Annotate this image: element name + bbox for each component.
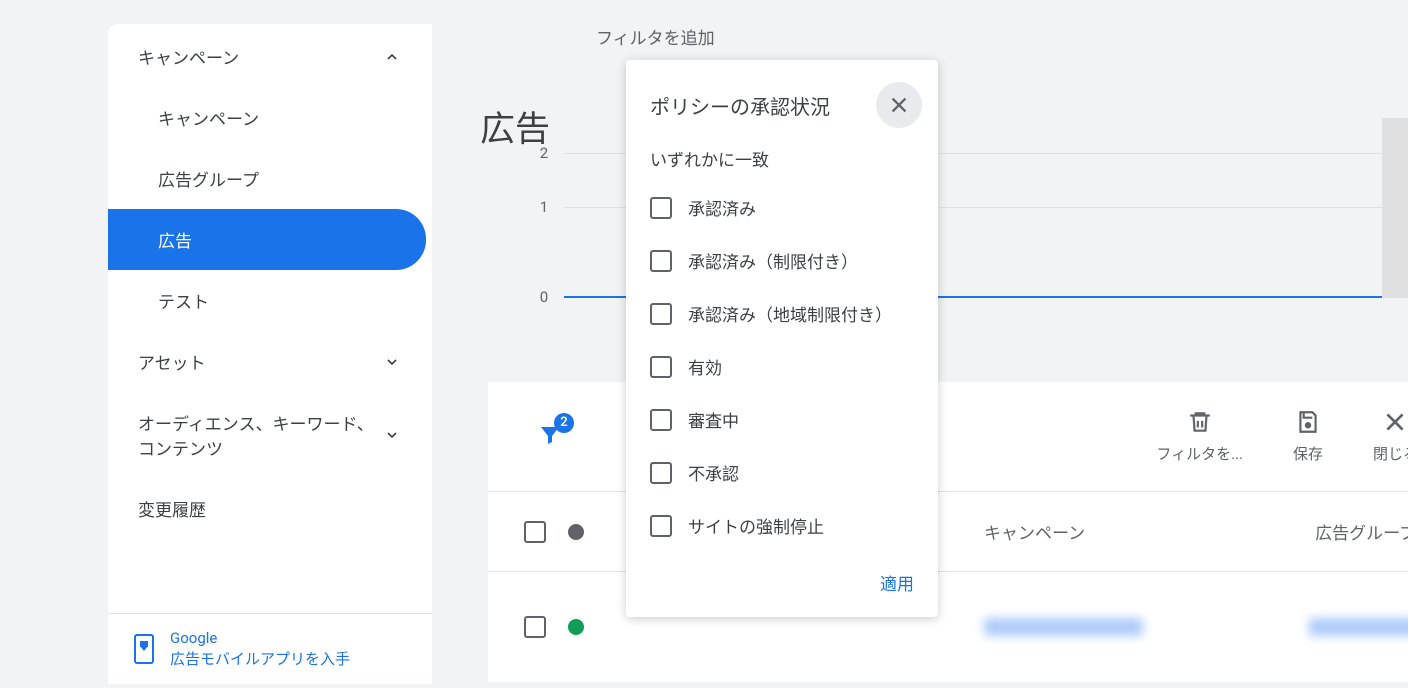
chevron-down-icon bbox=[382, 352, 402, 372]
footer-applink: 広告モバイルアプリを入手 bbox=[170, 649, 350, 670]
axis-tick: 2 bbox=[534, 144, 554, 162]
close-button[interactable] bbox=[876, 82, 922, 128]
sidebar-item-ads[interactable]: 広告 bbox=[108, 209, 426, 270]
chart-bar bbox=[1382, 118, 1408, 298]
axis-tick: 1 bbox=[534, 198, 554, 216]
sidebar: キャンペーン キャンペーン 広告グループ 広告 テスト アセット オーディエンス… bbox=[108, 24, 432, 684]
sidebar-item-label: キャンペーン bbox=[158, 110, 259, 130]
row-checkbox[interactable] bbox=[524, 616, 546, 638]
option-label: 不承認 bbox=[688, 460, 739, 485]
sidebar-item-label: オーディエンス、キーワード、コンテンツ bbox=[138, 410, 378, 460]
toolbar-action-label: 閉じる bbox=[1373, 443, 1408, 464]
add-filter-link[interactable]: フィルタを追加 bbox=[596, 24, 715, 49]
sidebar-item-label: テスト bbox=[158, 293, 209, 313]
popover-subhead: いずれかに一致 bbox=[626, 146, 938, 181]
sidebar-item-label: 変更履歴 bbox=[138, 496, 206, 521]
adgroup-cell bbox=[1309, 618, 1408, 636]
checkbox[interactable] bbox=[650, 409, 672, 431]
option-approved-region[interactable]: 承認済み（地域制限付き） bbox=[626, 287, 938, 340]
save-icon bbox=[1295, 409, 1321, 435]
axis-tick: 0 bbox=[534, 288, 554, 306]
close-icon bbox=[1382, 409, 1408, 435]
sidebar-footer-text: Google 広告モバイルアプリを入手 bbox=[170, 628, 350, 670]
option-label: 承認済み bbox=[688, 195, 756, 220]
option-label: 承認済み（地域制限付き） bbox=[688, 301, 892, 326]
filter-badge: 2 bbox=[554, 413, 574, 433]
toolbar-close-action[interactable]: 閉じる bbox=[1373, 409, 1408, 464]
chevron-up-icon bbox=[382, 47, 402, 67]
sidebar-item-history[interactable]: 変更履歴 bbox=[108, 478, 432, 539]
status-dot-icon bbox=[568, 619, 584, 635]
close-icon bbox=[888, 94, 910, 116]
option-label: サイトの強制停止 bbox=[688, 513, 824, 538]
sidebar-item-campaign[interactable]: キャンペーン bbox=[108, 87, 426, 148]
chevron-down-icon bbox=[382, 425, 402, 445]
sidebar-item-label: 広告グループ bbox=[158, 171, 259, 191]
checkbox[interactable] bbox=[650, 515, 672, 537]
popover-title: ポリシーの承認状況 bbox=[650, 91, 830, 120]
th-campaign[interactable]: キャンペーン bbox=[984, 519, 1085, 544]
filter-button[interactable]: 2 bbox=[538, 423, 562, 451]
sidebar-item-test[interactable]: テスト bbox=[108, 270, 426, 331]
status-dot-icon bbox=[568, 524, 584, 540]
option-review[interactable]: 審査中 bbox=[626, 393, 938, 446]
select-all-checkbox[interactable] bbox=[524, 521, 546, 543]
campaign-cell bbox=[984, 618, 1143, 636]
sidebar-footer[interactable]: Google 広告モバイルアプリを入手 bbox=[108, 613, 432, 684]
apply-button[interactable]: 適用 bbox=[626, 552, 938, 603]
trash-icon bbox=[1187, 409, 1213, 435]
apply-label: 適用 bbox=[880, 575, 914, 595]
checkbox[interactable] bbox=[650, 197, 672, 219]
option-suspended[interactable]: サイトの強制停止 bbox=[626, 499, 938, 552]
sidebar-item-label: アセット bbox=[138, 349, 206, 374]
option-label: 承認済み（制限付き） bbox=[688, 248, 858, 273]
th-adgroup[interactable]: 広告グループ bbox=[1315, 519, 1408, 544]
option-approved[interactable]: 承認済み bbox=[626, 181, 938, 234]
sidebar-item-audience[interactable]: オーディエンス、キーワード、コンテンツ bbox=[108, 392, 432, 478]
toolbar-save-action[interactable]: 保存 bbox=[1293, 409, 1323, 464]
option-label: 有効 bbox=[688, 354, 722, 379]
sidebar-item-adgroup[interactable]: 広告グループ bbox=[108, 148, 426, 209]
toolbar-filter-action[interactable]: フィルタを... bbox=[1156, 409, 1243, 464]
policy-status-popover: ポリシーの承認状況 いずれかに一致 承認済み 承認済み（制限付き） 承認済み（地… bbox=[626, 60, 938, 617]
sidebar-item-label: 広告 bbox=[158, 232, 192, 252]
nav-section-label: キャンペーン bbox=[138, 44, 239, 69]
footer-brand: Google bbox=[170, 628, 350, 649]
sidebar-item-asset[interactable]: アセット bbox=[108, 331, 432, 392]
nav-section-campaign[interactable]: キャンペーン bbox=[108, 24, 432, 87]
option-approved-limited[interactable]: 承認済み（制限付き） bbox=[626, 234, 938, 287]
toolbar-action-label: 保存 bbox=[1293, 443, 1323, 464]
checkbox[interactable] bbox=[650, 462, 672, 484]
option-active[interactable]: 有効 bbox=[626, 340, 938, 393]
checkbox[interactable] bbox=[650, 250, 672, 272]
checkbox[interactable] bbox=[650, 356, 672, 378]
mobile-app-icon bbox=[132, 633, 156, 665]
toolbar-action-label: フィルタを... bbox=[1156, 443, 1243, 464]
checkbox[interactable] bbox=[650, 303, 672, 325]
option-label: 審査中 bbox=[688, 407, 739, 432]
option-disapproved[interactable]: 不承認 bbox=[626, 446, 938, 499]
